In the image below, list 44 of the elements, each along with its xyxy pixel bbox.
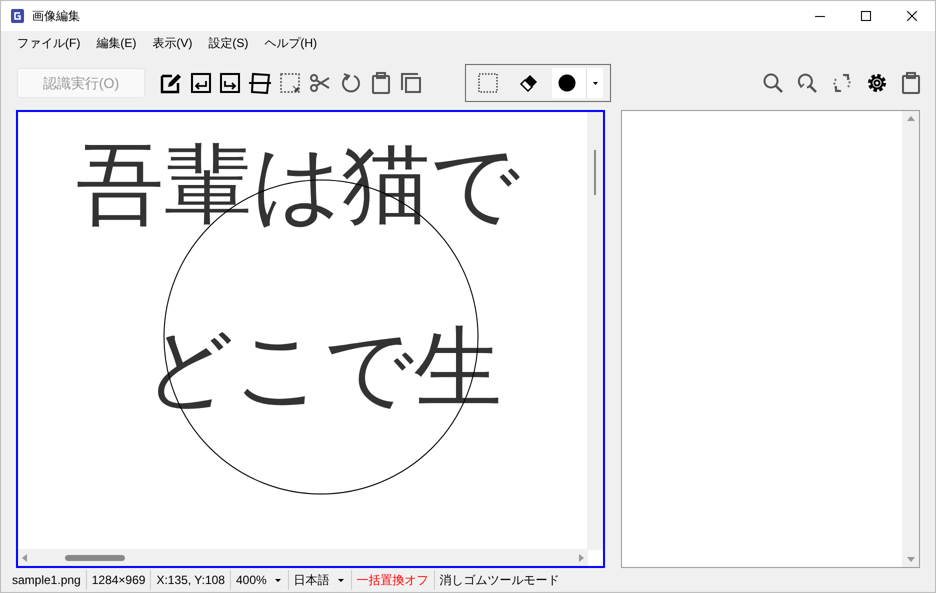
vertical-scrollbar[interactable] [902, 111, 919, 568]
status-text: 一括置換オフ [350, 570, 434, 590]
caret-icon [274, 578, 281, 582]
status-text: 1284×969 [86, 570, 150, 590]
scroll-down-icon [906, 557, 914, 562]
status-dropdown[interactable]: 400% [230, 570, 288, 590]
select-area-icon[interactable] [280, 73, 300, 93]
caret-icon [338, 578, 344, 582]
scroll-left-icon [22, 554, 27, 562]
redo-icon[interactable] [220, 73, 240, 93]
status-text: sample1.png [11, 572, 82, 590]
settings-icon[interactable] [866, 72, 888, 94]
edit-icon[interactable] [160, 72, 182, 94]
search-icon[interactable] [763, 72, 784, 94]
eraser-icon[interactable] [517, 73, 539, 93]
vertical-scrollbar[interactable] [586, 112, 603, 550]
menu-item[interactable]: 編集(E) [88, 32, 144, 54]
maximize-icon [861, 11, 871, 21]
copy-icon[interactable] [400, 72, 422, 94]
caret-icon [592, 82, 598, 84]
menu-item[interactable]: 表示(V) [144, 32, 200, 54]
menu-item[interactable]: 設定(S) [200, 32, 256, 54]
status-dropdown[interactable]: 日本語 [288, 570, 351, 590]
clipboard-icon[interactable] [901, 72, 921, 94]
horizontal-scrollbar[interactable] [18, 549, 588, 566]
deskew-icon[interactable] [249, 72, 271, 94]
undo-icon[interactable] [191, 73, 211, 93]
circle-brush-icon [558, 74, 576, 92]
menu-item[interactable]: ファイル(F) [9, 32, 88, 54]
rotate-icon[interactable] [340, 72, 362, 94]
app-icon [11, 9, 24, 23]
scroll-up-icon [906, 116, 914, 122]
menu-item[interactable]: ヘルプ(H) [256, 32, 325, 54]
rectangle-select-icon[interactable] [478, 73, 498, 93]
search-replace-icon[interactable] [797, 72, 818, 94]
refresh-icon[interactable] [831, 72, 853, 94]
clipboard-icon[interactable] [371, 72, 391, 94]
window-title: 画像編集 [32, 8, 80, 25]
scroll-right-icon [579, 554, 584, 562]
status-text: 消しゴムツールモード [434, 570, 565, 590]
status-text: X:135, Y:108 [150, 570, 230, 590]
close-icon [907, 11, 917, 21]
scissors-icon[interactable] [309, 73, 331, 93]
brush-shape-dropdown[interactable] [552, 68, 603, 98]
